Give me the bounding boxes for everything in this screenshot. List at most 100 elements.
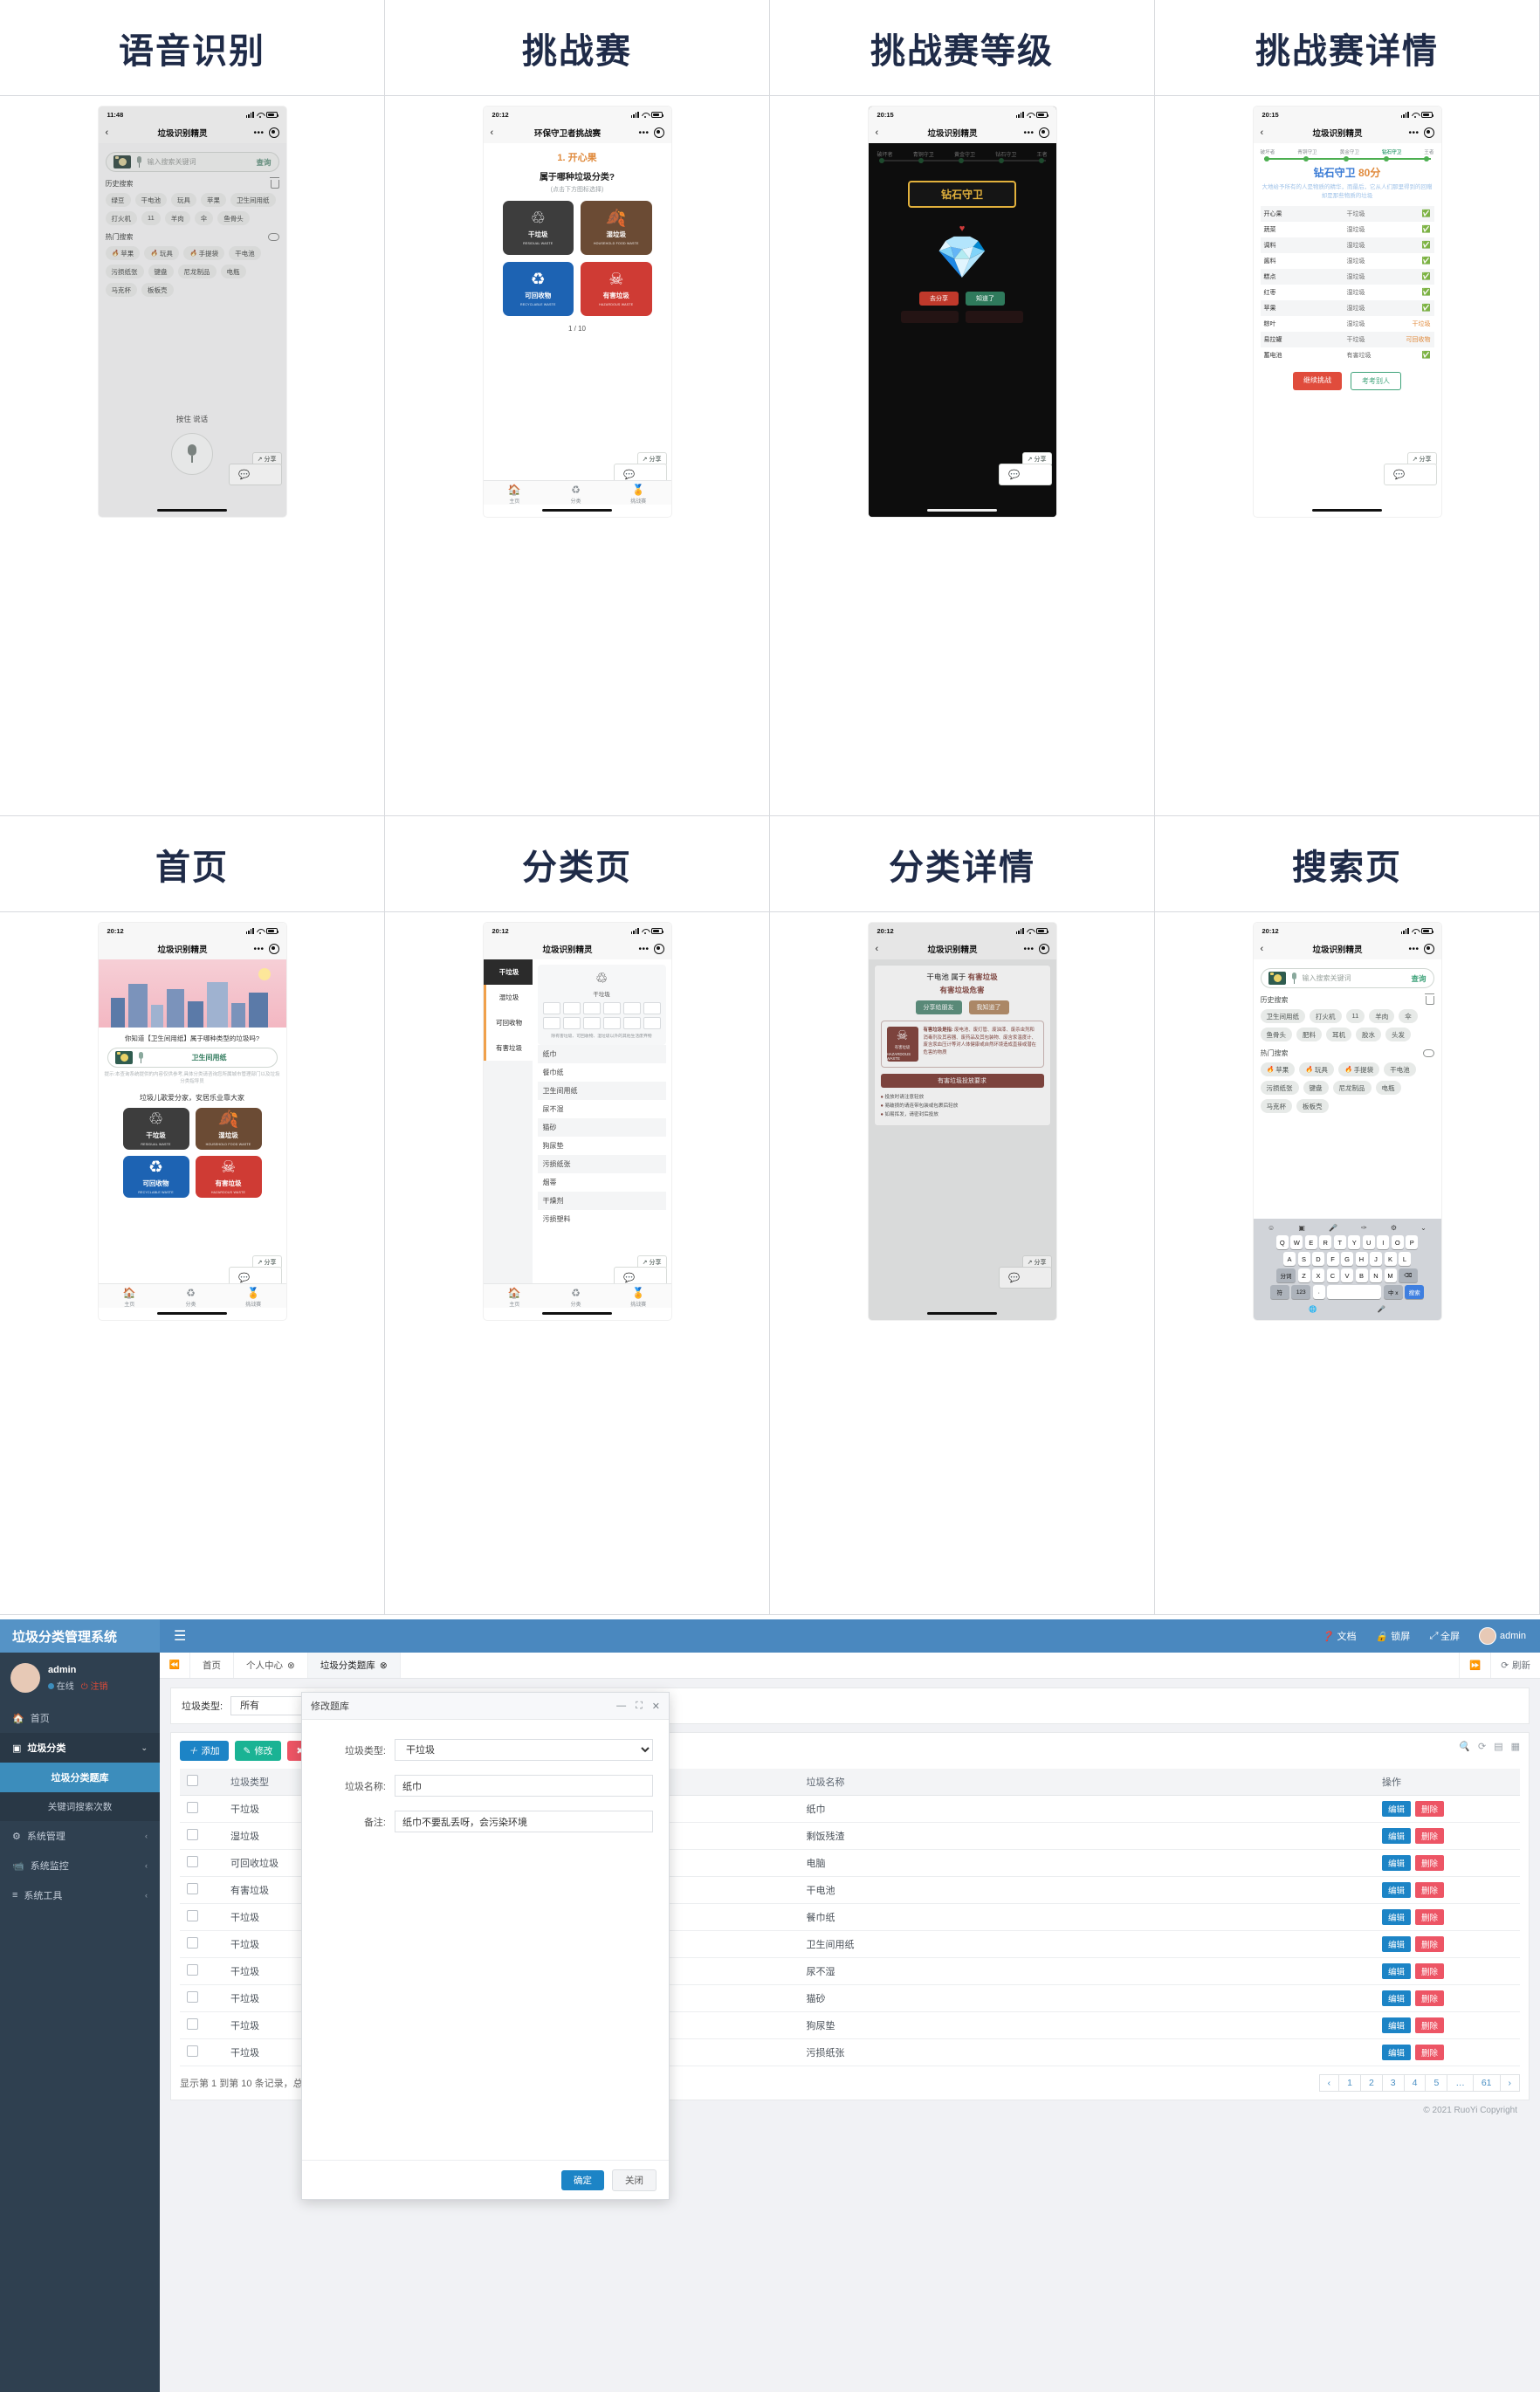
key[interactable]: Q — [1275, 1235, 1289, 1249]
key[interactable]: E — [1304, 1235, 1317, 1249]
list-item[interactable]: 🔥 手提袋 — [182, 246, 225, 260]
camera-icon[interactable] — [113, 155, 131, 168]
list-item[interactable]: 污损塑料 — [538, 1210, 666, 1228]
option-recyclable[interactable]: ♻ 可回收物 RECYCLABLE WASTE — [502, 262, 574, 316]
row-delete-button[interactable]: 删除 — [1415, 1936, 1445, 1952]
sidebar-item-question-bank[interactable]: 垃圾分类题库 — [0, 1763, 160, 1792]
list-item[interactable]: 尼龙制品 — [177, 265, 217, 278]
sidebar-item-hazardous[interactable]: 有害垃圾 — [483, 1035, 533, 1061]
sidebar-item-garbage[interactable]: ▣ 垃圾分类 ⌄ — [0, 1733, 160, 1763]
key[interactable]: P — [1406, 1235, 1419, 1249]
search-icon[interactable]: 🔍 — [1458, 1741, 1470, 1761]
search-key[interactable]: 搜索 — [1405, 1285, 1425, 1299]
list-item[interactable]: 猫砂 — [537, 1118, 666, 1138]
backspace-key[interactable]: ⌫ — [1399, 1268, 1418, 1282]
continue-challenge-button[interactable]: 继续挑战 — [1293, 371, 1342, 390]
acknowledge-button[interactable]: 我知道了 — [968, 1000, 1009, 1014]
columns-icon[interactable]: ▦ — [1511, 1741, 1520, 1761]
camera-icon[interactable] — [1268, 972, 1286, 985]
category-hazardous[interactable]: ☠ 有害垃圾 HAZARDOUS WASTE — [195, 1156, 262, 1199]
col-name[interactable]: 垃圾名称 — [799, 1769, 1375, 1796]
test-others-button[interactable]: 考考别人 — [1351, 371, 1401, 390]
category-wet[interactable]: 🍂 湿垃圾 HOUSEHOLD FOOD WASTE — [195, 1108, 262, 1151]
fullscreen-link[interactable]: ⤢ 全屏 — [1429, 1629, 1460, 1643]
list-item[interactable]: 羊肉 — [1369, 1009, 1395, 1023]
key[interactable]: Y — [1348, 1235, 1361, 1249]
close-icon[interactable]: ⊗ — [287, 1660, 295, 1671]
list-item[interactable]: 污损纸张 — [537, 1155, 666, 1174]
list-item[interactable]: 玩具 — [171, 193, 196, 207]
list-item[interactable]: 肥料 — [1296, 1028, 1322, 1041]
key[interactable]: M — [1384, 1268, 1397, 1282]
doc-link[interactable]: ❓ 文档 — [1322, 1629, 1357, 1643]
list-item[interactable]: 卫生间用纸 — [1260, 1009, 1305, 1023]
back-icon[interactable]: ‹ — [1261, 944, 1278, 954]
key[interactable]: Z — [1297, 1268, 1310, 1282]
checkbox[interactable] — [187, 1883, 198, 1894]
list-item[interactable]: 马克杯 — [105, 283, 137, 297]
emoji-icon[interactable]: ☺ — [1268, 1224, 1275, 1232]
key[interactable]: I — [1377, 1235, 1390, 1249]
row-edit-button[interactable]: 编辑 — [1382, 1855, 1412, 1871]
online-status[interactable]: 在线 — [48, 1679, 74, 1692]
refresh-button[interactable]: ⟳ 刷新 — [1490, 1653, 1540, 1678]
sidebar-item-dry[interactable]: 干垃圾 — [483, 959, 533, 985]
checkbox[interactable] — [187, 2045, 198, 2057]
list-item[interactable]: 🔥 玩具 — [144, 246, 179, 260]
back-icon[interactable]: ‹ — [876, 944, 893, 954]
settings-icon[interactable]: ⚙ — [1391, 1224, 1397, 1232]
list-item[interactable]: 尿不湿 — [538, 1100, 666, 1118]
tabs-next-icon[interactable]: ⏩ — [1459, 1653, 1490, 1678]
key[interactable]: R — [1319, 1235, 1332, 1249]
search-input[interactable]: 输入搜索关键词 — [1303, 973, 1406, 983]
key[interactable]: V — [1341, 1268, 1353, 1282]
back-icon[interactable]: ‹ — [1261, 127, 1278, 138]
row-edit-button[interactable]: 编辑 — [1382, 1828, 1412, 1844]
close-circle-icon[interactable] — [268, 944, 279, 954]
type-select[interactable]: 干垃圾 — [395, 1739, 653, 1761]
close-circle-icon[interactable] — [1038, 944, 1049, 954]
page-prev[interactable]: ‹ — [1318, 2074, 1340, 2092]
key[interactable]: T — [1333, 1235, 1346, 1249]
option-dry[interactable]: ♲ 干垃圾 RESIDUAL WASTE — [502, 201, 574, 255]
service-button[interactable]: 💬 客服 — [1384, 464, 1437, 485]
miniapp-capsule[interactable]: ••• — [628, 127, 664, 138]
key[interactable]: H — [1355, 1252, 1368, 1266]
space-key[interactable] — [1327, 1285, 1382, 1299]
chevron-down-icon[interactable]: ⌄ — [1420, 1224, 1427, 1232]
list-item[interactable]: 电瓶 — [220, 265, 246, 278]
minimize-icon[interactable]: — — [616, 1701, 626, 1712]
more-icon[interactable]: ••• — [1408, 128, 1419, 138]
page-5[interactable]: 5 — [1425, 2074, 1448, 2092]
refresh-icon[interactable]: ⟳ — [1478, 1741, 1486, 1761]
tab-category[interactable]: ♻ 分类 — [570, 1288, 581, 1308]
clipboard-icon[interactable]: ▣ — [1298, 1224, 1305, 1232]
mic-icon[interactable] — [136, 155, 142, 168]
option-wet[interactable]: 🍂 湿垃圾 HOUSEHOLD FOOD WASTE — [581, 201, 652, 255]
list-item[interactable]: 🔥 手提袋 — [1337, 1062, 1380, 1076]
key[interactable]: S — [1297, 1252, 1310, 1266]
list-item[interactable]: 卫生间用纸 — [537, 1082, 666, 1101]
list-item[interactable]: 11 — [141, 211, 161, 225]
row-edit-button[interactable]: 编辑 — [1382, 2017, 1412, 2033]
row-delete-button[interactable]: 删除 — [1415, 1990, 1445, 2006]
close-circle-icon[interactable] — [268, 127, 279, 138]
list-item[interactable]: 餐巾纸 — [538, 1063, 666, 1082]
search-bar[interactable]: 输入搜索关键词 查询 — [105, 152, 279, 172]
list-item[interactable]: 鱼骨头 — [1260, 1028, 1292, 1041]
search-button[interactable]: 查询 — [1411, 973, 1426, 984]
list-item[interactable]: 🔥 玩具 — [1299, 1062, 1334, 1076]
service-button[interactable]: 💬 客服 — [999, 1267, 1052, 1289]
dot-key[interactable]: · — [1312, 1285, 1325, 1299]
tab-question-bank[interactable]: 垃圾分类题库 ⊗ — [307, 1653, 401, 1678]
checkbox[interactable] — [187, 2018, 198, 2030]
list-item[interactable]: 伞 — [194, 211, 214, 225]
tab-challenge[interactable]: 🏅 挑战赛 — [245, 1288, 261, 1308]
tab-home[interactable]: 🏠 主页 — [508, 485, 521, 505]
record-button[interactable] — [171, 433, 213, 475]
sidebar-item-wet[interactable]: 湿垃圾 — [483, 985, 533, 1010]
list-item[interactable]: 键盘 — [148, 265, 174, 278]
sidebar-item-home[interactable]: 🏠 首页 — [0, 1703, 160, 1733]
list-item[interactable]: 干电池 — [134, 193, 167, 207]
list-item[interactable]: 键盘 — [1303, 1081, 1329, 1095]
